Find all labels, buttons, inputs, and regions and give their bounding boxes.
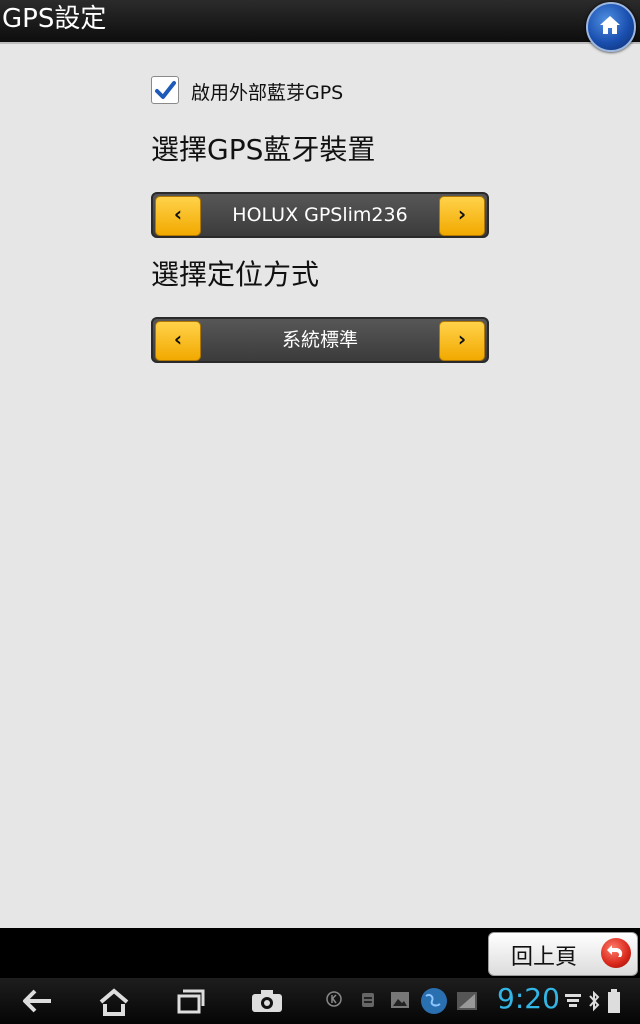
chevron-left-icon: ‹: [173, 327, 183, 351]
back-icon[interactable]: [22, 988, 54, 1014]
recent-apps-icon[interactable]: [175, 988, 205, 1014]
chevron-right-icon: ›: [457, 327, 467, 351]
device-next-button[interactable]: ›: [439, 196, 485, 236]
k-icon: [326, 991, 342, 1007]
signal-icon: [457, 992, 477, 1010]
mode-heading: 選擇定位方式: [151, 258, 320, 291]
bluetooth-icon: [589, 990, 600, 1012]
return-icon: [601, 938, 631, 968]
system-navigation-bar: 9:20: [0, 978, 640, 1024]
back-page-label: 回上頁: [511, 945, 578, 970]
device-prev-button[interactable]: ‹: [155, 196, 201, 236]
battery-icon: [608, 989, 620, 1013]
globe-icon: [421, 988, 447, 1014]
notification-icon: [362, 993, 374, 1007]
home-button[interactable]: [586, 2, 636, 52]
home-icon[interactable]: [98, 988, 130, 1016]
device-value: HOLUX GPSlim236: [232, 204, 408, 226]
chevron-right-icon: ›: [457, 202, 467, 226]
chevron-left-icon: ‹: [173, 202, 183, 226]
mode-value: 系統標準: [281, 329, 358, 351]
bluetooth-gps-checkbox[interactable]: [151, 76, 179, 104]
home-icon: [600, 16, 620, 34]
back-page-button[interactable]: 回上頁: [488, 932, 638, 976]
bluetooth-gps-label: 啟用外部藍芽GPS: [191, 82, 344, 104]
mode-selector: ‹ 系統標準 ›: [151, 317, 489, 363]
wifi-icon: [565, 994, 581, 1007]
mode-prev-button[interactable]: ‹: [155, 321, 201, 361]
camera-icon[interactable]: [250, 988, 284, 1014]
checkmark-icon: [155, 81, 176, 99]
device-selector: ‹ HOLUX GPSlim236 ›: [151, 192, 489, 238]
title-bar: GPS設定: [0, 0, 640, 52]
clock: 9:20: [497, 982, 560, 1015]
page-title: GPS設定: [2, 4, 107, 34]
mode-next-button[interactable]: ›: [439, 321, 485, 361]
device-heading: 選擇GPS藍牙裝置: [151, 133, 376, 166]
gallery-icon: [391, 992, 409, 1008]
